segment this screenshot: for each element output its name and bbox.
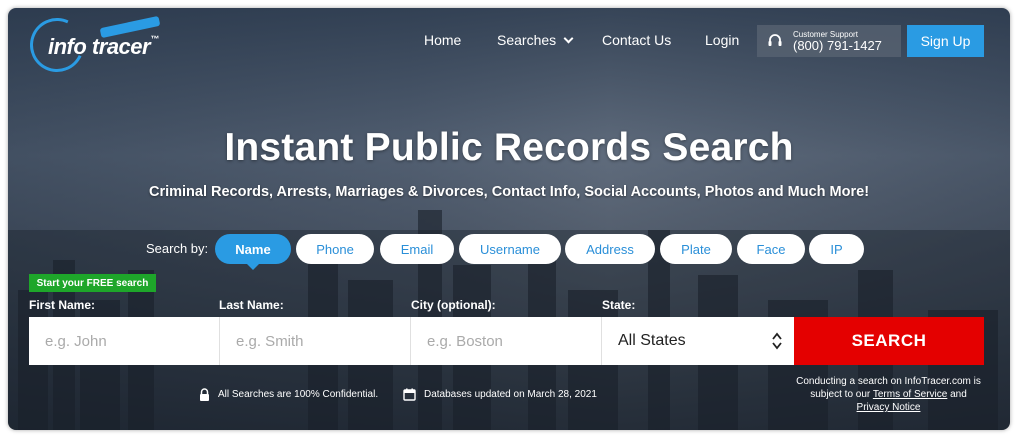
sign-up-button[interactable]: Sign Up: [907, 25, 984, 57]
city-label: City (optional):: [411, 298, 496, 312]
confidential-note: All Searches are 100% Confidential.: [199, 388, 378, 401]
tab-face[interactable]: Face: [737, 234, 805, 264]
tab-phone[interactable]: Phone: [296, 234, 374, 264]
select-arrows-icon: [772, 332, 782, 350]
search-button[interactable]: SEARCH: [794, 317, 984, 365]
free-search-badge: Start your FREE search: [29, 274, 156, 292]
state-select-value: All States: [618, 332, 686, 349]
tab-address[interactable]: Address: [565, 234, 655, 264]
state-label: State:: [602, 298, 636, 312]
search-by-label: Search by:: [146, 241, 209, 256]
chevron-down-icon: [563, 33, 574, 43]
logo-text: info tracer™: [48, 34, 159, 59]
last-name-label: Last Name:: [219, 298, 284, 312]
state-select[interactable]: All States: [602, 317, 794, 365]
last-name-input[interactable]: [220, 317, 411, 365]
infotracer-logo[interactable]: info tracer™: [22, 10, 180, 80]
legal-notice: Conducting a search on InfoTracer.com is…: [786, 375, 991, 414]
nav-searches-dropdown[interactable]: Searches: [497, 32, 574, 48]
page-title: Instant Public Records Search: [224, 126, 794, 169]
hero-banner: info tracer™ Home Searches Contact Us Lo…: [8, 8, 1010, 430]
headset-icon: [768, 34, 782, 46]
nav-home-link[interactable]: Home: [424, 32, 461, 48]
tab-plate[interactable]: Plate: [660, 234, 732, 264]
nav-contact-link[interactable]: Contact Us: [602, 32, 671, 48]
city-input[interactable]: [411, 317, 602, 365]
database-updated-text: Databases updated on March 28, 2021: [424, 389, 597, 400]
calendar-icon: [403, 388, 416, 401]
first-name-input[interactable]: [29, 317, 220, 365]
tab-email[interactable]: Email: [380, 234, 454, 264]
terms-of-service-link[interactable]: Terms of Service: [873, 389, 947, 400]
nav-contact-label: Contact Us: [602, 32, 672, 48]
privacy-notice-link[interactable]: Privacy Notice: [857, 402, 921, 413]
nav-searches-label: Searches: [497, 32, 557, 48]
nav-login-link[interactable]: Login: [705, 32, 739, 48]
legal-and-text: and: [950, 389, 967, 400]
tab-ip[interactable]: IP: [809, 234, 864, 264]
lock-icon: [200, 388, 209, 401]
customer-support-phone[interactable]: Customer Support (800) 791-1427: [757, 25, 901, 57]
nav-login-label: Login: [705, 32, 740, 48]
nav-home-label: Home: [424, 32, 462, 48]
confidential-text: All Searches are 100% Confidential.: [218, 389, 379, 400]
support-phone-number: (800) 791-1427: [793, 37, 882, 53]
database-updated-note: Databases updated on March 28, 2021: [403, 388, 597, 401]
tab-username[interactable]: Username: [459, 234, 561, 264]
first-name-label: First Name:: [29, 298, 96, 312]
tab-name[interactable]: Name: [215, 234, 291, 270]
page-subtitle: Criminal Records, Arrests, Marriages & D…: [148, 184, 870, 200]
